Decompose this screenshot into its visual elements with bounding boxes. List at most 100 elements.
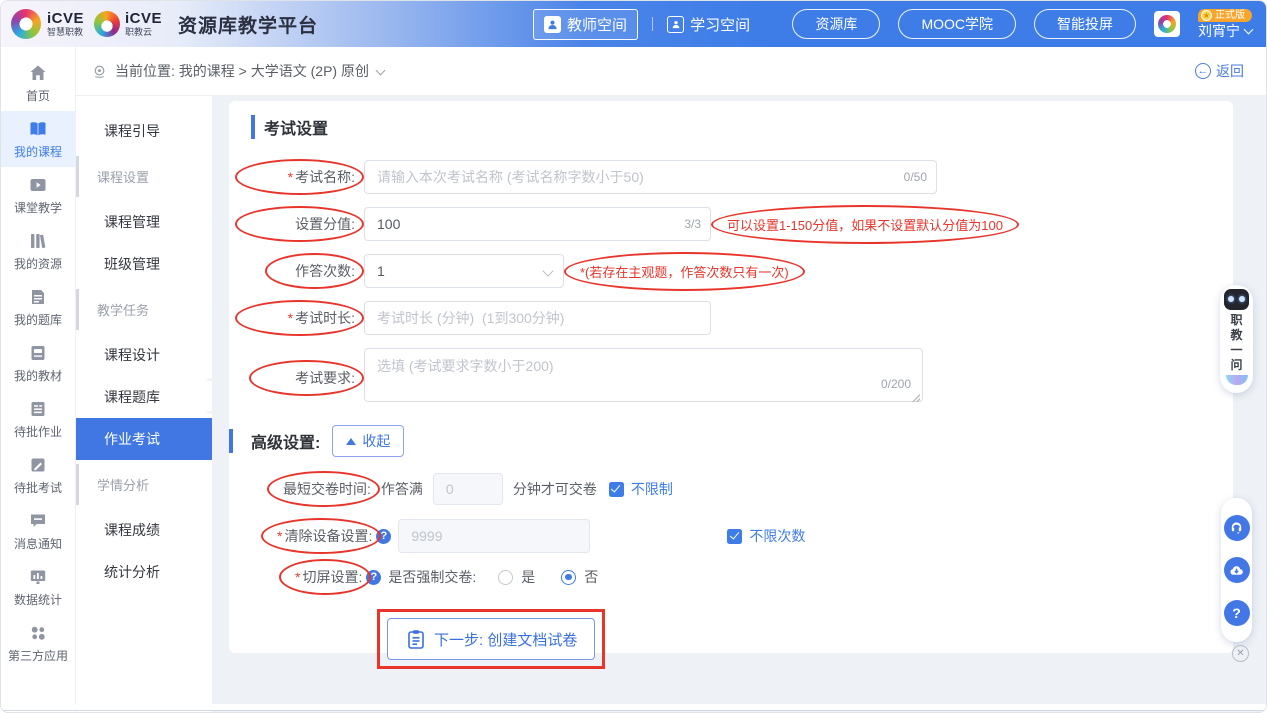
assistant-wave-decoration — [1226, 375, 1248, 385]
back-button[interactable]: ← 返回 — [1195, 61, 1244, 81]
advanced-settings-header: 高级设置: 收起 — [229, 425, 1233, 457]
score-label: 设置分值: — [251, 214, 355, 234]
min-submit-time-label: 最短交卷时间: — [283, 479, 371, 499]
course-nav-course-design[interactable]: 课程设计 — [76, 334, 212, 376]
requirement-textarea[interactable] — [364, 348, 923, 402]
attempts-select[interactable]: 1 — [364, 254, 564, 288]
logo2-subtitle: 职教云 — [125, 28, 162, 37]
user-name: 刘宵宁 — [1198, 24, 1240, 39]
robot-face-icon — [1224, 289, 1249, 310]
course-nav-course-grades[interactable]: 课程成绩 — [76, 509, 212, 551]
customer-service-button[interactable] — [1224, 515, 1250, 541]
zhijiaoyun-logo-icon — [94, 11, 120, 37]
sidebar-item-my-resources[interactable]: 我的资源 — [1, 223, 76, 279]
duration-input[interactable] — [364, 301, 711, 335]
requirement-counter: 0/200 — [881, 377, 911, 391]
min-submit-minutes-input[interactable]: 0 — [433, 473, 503, 505]
page-bottom-strip — [1, 704, 1266, 711]
download-button[interactable] — [1224, 557, 1250, 583]
exam-name-input[interactable] — [364, 160, 937, 194]
help-button[interactable]: ? — [1224, 600, 1250, 626]
logo1-subtitle: 智慧职教 — [47, 28, 84, 37]
top-header: iCVE 智慧职教 iCVE 职教云 资源库教学平台 教师空间 — [1, 1, 1266, 47]
exam-settings-form: *考试名称: 0/50 设置分值: — [251, 160, 1233, 669]
homework-list-icon — [28, 399, 48, 419]
help-icon[interactable]: ? — [376, 529, 391, 544]
chevron-down-icon — [1244, 25, 1254, 35]
student-space-button[interactable]: 学习空间 — [667, 14, 750, 35]
smart-cast-button[interactable]: 智能投屏 — [1034, 9, 1136, 39]
close-widget-button[interactable]: ✕ — [1232, 645, 1249, 662]
select-chevron-icon — [542, 265, 553, 276]
sidebar-item-home[interactable]: 首页 — [1, 55, 76, 111]
radio-no[interactable] — [561, 570, 576, 585]
sidebar-item-my-courses[interactable]: 我的课程 — [1, 111, 76, 167]
next-step-button[interactable]: 下一步: 创建文档试卷 — [387, 618, 595, 660]
course-nav-section-tasks: 教学任务 — [76, 289, 212, 330]
ai-assistant-widget[interactable]: 职 教 一 问 — [1220, 285, 1253, 393]
mooc-college-button[interactable]: MOOC学院 — [898, 9, 1016, 39]
resize-handle-icon[interactable] — [912, 394, 920, 402]
advanced-settings-title: 高级设置: — [229, 429, 320, 453]
home-icon — [28, 63, 48, 83]
sidebar-item-pending-homework[interactable]: 待批作业 — [1, 391, 76, 447]
help-icon[interactable]: ? — [366, 570, 381, 585]
course-nav-guide[interactable]: 课程引导 — [76, 110, 212, 152]
duration-row: *考试时长: — [251, 301, 1233, 335]
user-menu[interactable]: 刘宵宁 — [1198, 24, 1252, 39]
question-bank-icon — [28, 287, 48, 307]
sidebar-item-third-party-apps[interactable]: 第三方应用 — [1, 615, 76, 671]
screen-switch-label: *切屏设置: — [295, 567, 362, 587]
collapse-button[interactable]: 收起 — [332, 425, 404, 457]
screen-switch-row: *切屏设置: ? 是否强制交卷: 是 否 — [295, 567, 1233, 587]
radio-no-label[interactable]: 否 — [584, 567, 598, 587]
breadcrumb-dropdown-icon[interactable] — [376, 65, 386, 75]
back-label: 返回 — [1216, 61, 1244, 81]
course-nav-course-question-bank[interactable]: 课程题库 — [76, 376, 212, 418]
attempts-row: 作答次数: 1 *(若存在主观题，作答次数只有一次) — [281, 254, 1233, 288]
min-submit-time-row: 最短交卷时间: 作答满 0 分钟才可交卷 不限制 — [283, 473, 1233, 505]
radio-yes-label[interactable]: 是 — [521, 567, 535, 587]
space-switcher: 教师空间 学习空间 — [533, 9, 750, 40]
sidebar-item-pending-exams[interactable]: 待批考试 — [1, 447, 76, 503]
exam-name-label: *考试名称: — [251, 167, 355, 187]
version-badge: ★ 正式版 — [1198, 9, 1252, 22]
play-icon — [28, 175, 48, 195]
force-submit-question: 是否强制交卷: — [388, 567, 476, 587]
radio-yes[interactable] — [498, 570, 513, 585]
message-icon — [28, 511, 48, 531]
teacher-space-button[interactable]: 教师空间 — [533, 9, 638, 40]
unlimited-times-checkbox[interactable] — [727, 529, 742, 544]
collapse-label: 收起 — [362, 431, 390, 451]
sidebar-item-notifications[interactable]: 消息通知 — [1, 503, 76, 559]
section-title: 考试设置 — [251, 115, 1233, 139]
version-badge-label: 正式版 — [1215, 10, 1245, 21]
user-avatar[interactable] — [1154, 11, 1180, 37]
floating-action-pill: ? — [1221, 498, 1252, 642]
sidebar-item-textbooks[interactable]: 我的教材 — [1, 335, 76, 391]
course-nav-homework-exam[interactable]: 作业考试 — [76, 418, 212, 460]
sidebar-item-classroom-teaching[interactable]: 课堂教学 — [1, 167, 76, 223]
attempts-annotation-note: *(若存在主观题，作答次数只有一次) — [580, 262, 789, 281]
min-submit-suffix: 分钟才可交卷 — [513, 479, 597, 499]
unlimited-times-checkbox-label[interactable]: 不限次数 — [749, 526, 805, 546]
avatar-logo-icon — [1158, 15, 1176, 33]
resource-library-button[interactable]: 资源库 — [792, 9, 880, 39]
sidebar-item-data-statistics[interactable]: 数据统计 — [1, 559, 76, 615]
no-limit-checkbox-label[interactable]: 不限制 — [631, 479, 673, 499]
exam-name-counter: 0/50 — [904, 170, 927, 184]
no-limit-checkbox[interactable] — [609, 482, 624, 497]
annotation-rect: 下一步: 创建文档试卷 — [377, 609, 605, 669]
platform-title: 资源库教学平台 — [178, 11, 318, 38]
score-input[interactable] — [364, 207, 711, 241]
course-nav-statistical-analysis[interactable]: 统计分析 — [76, 551, 212, 593]
back-arrow-icon: ← — [1195, 63, 1211, 79]
clear-device-input[interactable]: 9999 — [398, 519, 590, 553]
sidebar-item-question-bank[interactable]: 我的题库 — [1, 279, 76, 335]
breadcrumb-text[interactable]: 当前位置: 我的课程 > 大学语文 (2P) 原创 — [115, 61, 369, 81]
course-nav-class-management[interactable]: 班级管理 — [76, 243, 212, 285]
logo2-title: iCVE — [125, 11, 162, 26]
course-nav-course-management[interactable]: 课程管理 — [76, 201, 212, 243]
app-window: iCVE 智慧职教 iCVE 职教云 资源库教学平台 教师空间 — [0, 0, 1267, 713]
score-annotation-note: 可以设置1-150分值，如果不设置默认分值为100 — [727, 215, 1003, 234]
